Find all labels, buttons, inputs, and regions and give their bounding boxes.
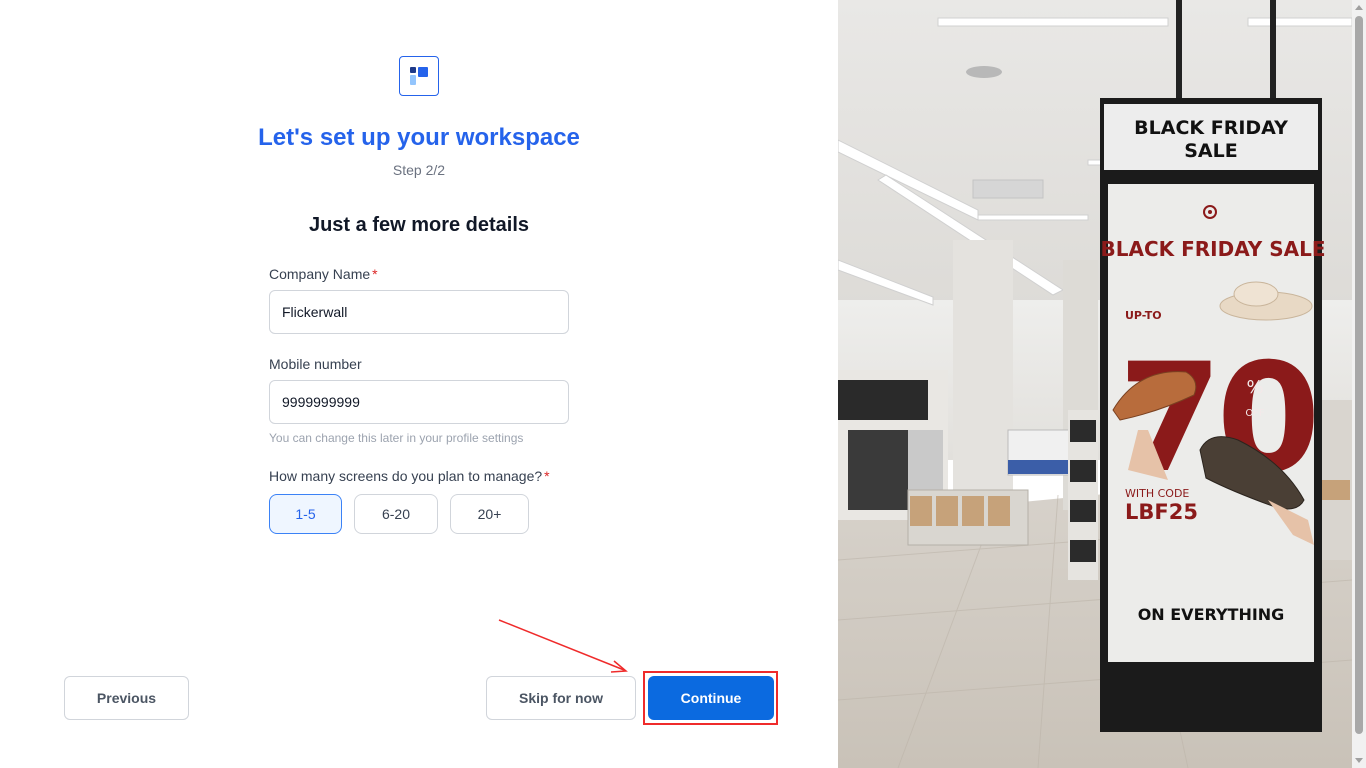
screens-option-1-5[interactable]: 1-5 [269, 494, 342, 534]
banner-code: LBF25 [1125, 500, 1198, 524]
banner-with-code: WITH CODE [1125, 487, 1189, 500]
company-name-label-text: Company Name [269, 266, 371, 282]
banner-percent: % [1246, 377, 1263, 398]
step-indicator: Step 2/2 [392, 162, 446, 178]
company-name-input[interactable] [269, 290, 569, 334]
screens-question-text: How many screens do you plan to manage? [269, 468, 543, 484]
promo-image-panel: BLACK FRIDAY SALE BLACK FRIDAY SALE UP-T… [838, 0, 1352, 768]
mobile-number-label: Mobile number [269, 356, 362, 372]
banner-up-to: UP-TO [1125, 309, 1162, 322]
mobile-number-hint: You can change this later in your profil… [269, 431, 524, 445]
sign-header-line2: SALE [1184, 140, 1237, 162]
banner-footer: ON EVERYTHING [1138, 605, 1285, 624]
banner-title: BLACK FRIDAY SALE [1100, 237, 1325, 261]
sign-header-line1: BLACK FRIDAY [1134, 117, 1288, 139]
banner-off: OFF [1245, 408, 1265, 419]
screens-question-label: How many screens do you plan to manage? * [269, 468, 550, 484]
app-logo [399, 56, 439, 96]
required-mark: * [544, 468, 550, 484]
page-title: Let's set up your workspace [258, 124, 580, 151]
page-scrollbar[interactable] [1352, 0, 1366, 768]
screens-option-20-plus[interactable]: 20+ [450, 494, 529, 534]
scroll-down-arrow-icon[interactable] [1355, 758, 1363, 763]
screens-option-6-20[interactable]: 6-20 [354, 494, 438, 534]
mobile-number-input[interactable] [269, 380, 569, 424]
continue-button[interactable]: Continue [648, 676, 774, 720]
skip-button[interactable]: Skip for now [486, 676, 636, 720]
required-mark: * [372, 266, 378, 282]
layout-panels-icon [410, 67, 428, 85]
scrollbar-thumb[interactable] [1355, 16, 1363, 734]
onboarding-form-panel: Let's set up your workspace Step 2/2 Jus… [0, 0, 838, 768]
company-name-label: Company Name * [269, 266, 378, 282]
previous-button[interactable]: Previous [64, 676, 189, 720]
scroll-up-arrow-icon[interactable] [1355, 5, 1363, 10]
section-subtitle: Just a few more details [308, 214, 530, 236]
store-display-illustration: BLACK FRIDAY SALE BLACK FRIDAY SALE UP-T… [838, 0, 1352, 768]
